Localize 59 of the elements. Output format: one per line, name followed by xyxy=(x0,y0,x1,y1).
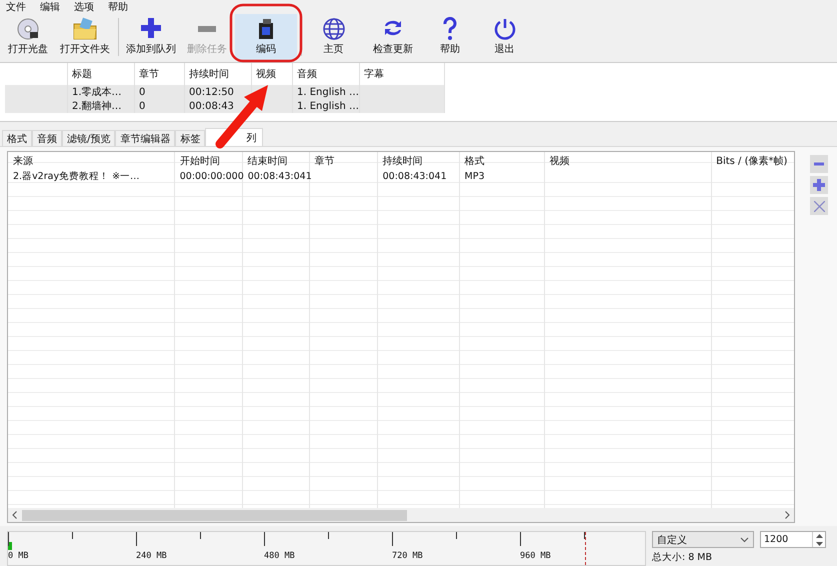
ruler-label: 240 MB xyxy=(136,551,167,561)
add-button[interactable] xyxy=(810,176,828,194)
menu-item[interactable]: 选项 xyxy=(74,0,94,14)
column-header[interactable]: 视频 xyxy=(544,152,712,169)
table-cell-text: 00:08:43:041 xyxy=(246,170,310,183)
table-cell-text: 2.器v2ray免费教程！ ※一… xyxy=(12,170,141,183)
menu-item[interactable]: 帮助 xyxy=(108,0,128,14)
column-header[interactable]: 格式 xyxy=(459,152,544,169)
scroll-left-icon[interactable] xyxy=(12,511,17,519)
help-icon xyxy=(442,17,458,41)
tab[interactable]: 滤镜/预览 xyxy=(62,130,116,146)
tab[interactable]: 音频 xyxy=(32,130,62,146)
scroll-right-icon[interactable] xyxy=(785,511,790,519)
toolbar-button[interactable]: 编码 xyxy=(235,14,297,60)
toolbar-button[interactable]: 帮助 xyxy=(425,14,475,60)
ruler-label: 720 MB xyxy=(392,551,423,561)
plus-icon xyxy=(140,17,162,39)
toolbar-button[interactable]: 打开文件夹 xyxy=(56,14,114,60)
power-icon xyxy=(492,17,516,41)
folder-icon xyxy=(72,17,98,41)
remove-button[interactable] xyxy=(810,155,828,173)
toolbar-button[interactable]: 打开光盘 xyxy=(2,14,54,60)
toolbar-button[interactable]: 添加到队列 xyxy=(123,14,179,60)
ruler-label: 0 MB xyxy=(8,551,28,561)
tab[interactable]: 章节编辑器 xyxy=(115,130,176,146)
table-cell: 0 xyxy=(135,99,185,113)
toolbar-button[interactable]: 退出 xyxy=(477,14,532,60)
plus-icon xyxy=(813,179,825,191)
film-icon xyxy=(256,17,276,41)
ruler-label: 480 MB xyxy=(264,551,295,561)
table-cell: 1. English … xyxy=(293,99,360,113)
menu-item[interactable]: 编辑 xyxy=(40,0,60,14)
menu-item[interactable]: 文件 xyxy=(6,0,26,14)
toolbar-button[interactable]: 检查更新 xyxy=(363,14,423,60)
spin-arrows-icon xyxy=(816,532,822,546)
toolbar-button[interactable]: 主页 xyxy=(306,14,361,60)
table-cell-text: 00:00:00:000 xyxy=(178,170,243,183)
table-cell-text: MP3 xyxy=(464,170,486,183)
globe-icon xyxy=(322,17,346,41)
tab[interactable]: 标签 xyxy=(175,130,206,146)
horizontal-scrollbar[interactable] xyxy=(8,508,794,522)
column-header[interactable]: 章节 xyxy=(310,152,378,169)
clear-button[interactable] xyxy=(810,197,828,215)
column-header[interactable]: 结束时间 xyxy=(242,152,310,169)
disc-icon xyxy=(16,17,40,41)
tab[interactable]: 格式 xyxy=(2,130,32,146)
total-size: 总大小: 8 MB xyxy=(652,551,713,564)
column-header[interactable]: Bits / (像素*帧) xyxy=(711,152,794,169)
column-header[interactable]: 来源 xyxy=(8,152,175,169)
column-header[interactable]: 持续时间 xyxy=(378,152,460,169)
chevron-icon xyxy=(740,536,749,542)
target-size-field[interactable]: 1200 xyxy=(760,531,826,548)
preset-dropdown[interactable]: 自定义 xyxy=(652,531,754,548)
close-icon xyxy=(814,200,824,212)
table-cell-text: 00:08:43:041 xyxy=(382,170,448,183)
column-header[interactable]: 开始时间 xyxy=(174,152,243,169)
ruler-label: 960 MB xyxy=(520,551,551,561)
minus-icon xyxy=(198,26,216,32)
table-cell: 2.翻墙神… xyxy=(68,99,135,113)
